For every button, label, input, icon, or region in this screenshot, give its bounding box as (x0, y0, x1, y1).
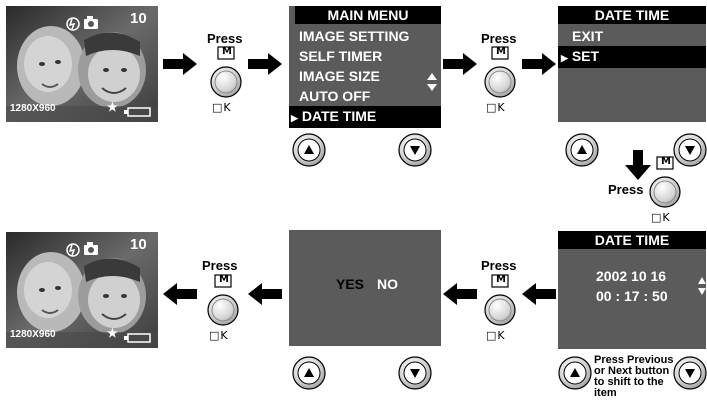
scroll-updown-icon (698, 277, 706, 295)
photo-counter: 10 (130, 10, 147, 27)
arrow-right-icon (522, 53, 556, 75)
press-label: Press (608, 182, 644, 197)
photo-resolution: 1280X960 (10, 103, 56, 114)
photo-counter: 10 (130, 236, 147, 253)
time-value[interactable]: 00 : 17 : 50 (596, 288, 668, 304)
menu-item-image-setting[interactable]: IMAGE SETTING (295, 26, 433, 46)
arrow-right-icon (163, 53, 197, 75)
menu-item-image-size[interactable]: IMAGE SIZE (295, 66, 433, 86)
ok-label: □K (212, 101, 232, 114)
star-icon: ★ (107, 100, 118, 114)
selection-pointer-icon: ▶ (561, 53, 568, 63)
date-time-menu-title: DATE TIME (558, 6, 706, 24)
ok-label: □K (486, 329, 506, 342)
arrow-left-icon (443, 283, 477, 305)
arrow-left-icon (248, 283, 282, 305)
star-icon: ★ (107, 326, 118, 340)
menu-item-label: DATE TIME (301, 108, 377, 124)
ok-label: □K (651, 211, 671, 224)
menu-item-exit[interactable]: EXIT (558, 26, 707, 46)
down-button-icon (398, 356, 432, 390)
selection-pointer-icon: ▶ (291, 113, 298, 123)
menu-item-auto-off[interactable]: AUTO OFF (295, 86, 433, 106)
arrow-left-icon (163, 283, 197, 305)
m-label: M (661, 156, 672, 167)
m-label: M (496, 46, 507, 57)
arrow-right-icon (248, 53, 282, 75)
ok-label: □K (486, 101, 506, 114)
date-time-menu-screen: DATE TIME EXIT ▶ SET (558, 6, 706, 122)
arrow-left-icon (522, 283, 556, 305)
no-option[interactable]: NO (377, 276, 398, 292)
m-label: M (496, 274, 507, 285)
press-label: Press (481, 258, 517, 273)
scroll-updown-icon (427, 73, 437, 91)
up-button-icon (565, 133, 599, 167)
press-label: Press (207, 31, 243, 46)
up-button-icon (292, 356, 326, 390)
menu-item-label: SET (571, 48, 600, 64)
date-time-set-title: DATE TIME (558, 231, 706, 249)
press-label: Press (481, 31, 517, 46)
date-time-set-screen: DATE TIME 2002 10 16 00 : 17 : 50 (558, 231, 706, 349)
arrow-down-icon (625, 150, 651, 180)
photo-resolution: 1280X960 (10, 329, 56, 340)
down-button-icon (673, 133, 707, 167)
main-menu-title: MAIN MENU (295, 6, 441, 24)
down-button-icon (398, 133, 432, 167)
ok-label: □K (209, 329, 229, 342)
yes-option[interactable]: YES (336, 276, 364, 292)
m-label: M (219, 274, 230, 285)
press-label: Press (202, 258, 238, 273)
confirm-screen: YES NO (289, 230, 441, 346)
m-label: M (222, 46, 233, 57)
up-button-icon (292, 133, 326, 167)
menu-item-date-time[interactable]: ▶ DATE TIME (289, 106, 441, 128)
up-button-icon (558, 356, 592, 390)
navigation-note: Press Previous or Next button to shift t… (594, 354, 674, 399)
date-value[interactable]: 2002 10 16 (596, 268, 666, 284)
main-menu-screen: MAIN MENU IMAGE SETTING SELF TIMER IMAGE… (289, 6, 441, 128)
menu-item-set[interactable]: ▶ SET (558, 46, 706, 68)
menu-item-self-timer[interactable]: SELF TIMER (295, 46, 433, 66)
arrow-right-icon (443, 53, 477, 75)
